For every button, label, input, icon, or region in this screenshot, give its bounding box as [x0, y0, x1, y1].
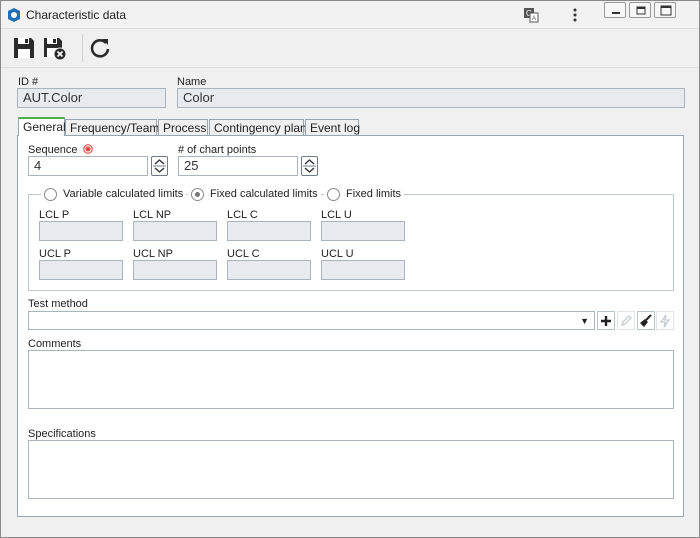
translate-icon[interactable]: G A [523, 7, 539, 23]
pencil-icon [620, 315, 632, 326]
tab-contingency-plan[interactable]: Contingency plan [209, 119, 307, 136]
lcl-np-label: LCL NP [133, 209, 172, 221]
stepper-arrows-icon [153, 159, 166, 173]
chart-points-input[interactable]: 25 [178, 156, 298, 176]
tab-frequency-team[interactable]: Frequency/Team [65, 119, 160, 136]
chart-points-stepper[interactable] [301, 156, 318, 176]
ucl-np-field[interactable] [133, 260, 217, 280]
lcl-p-field[interactable] [39, 221, 123, 241]
sequence-label-text: Sequence [28, 144, 78, 156]
edit-test-method-button[interactable] [617, 311, 635, 330]
tab-label: Frequency/Team [70, 121, 160, 135]
toolbar [1, 30, 699, 68]
lightning-icon [659, 314, 671, 327]
tab-general[interactable]: General [18, 117, 66, 136]
ucl-u-label: UCL U [321, 248, 354, 260]
save-and-close-button[interactable] [41, 35, 67, 61]
save-close-icon [44, 38, 67, 61]
restore-button[interactable] [629, 2, 651, 18]
tab-process[interactable]: Process [158, 119, 208, 136]
id-label: ID # [18, 76, 39, 88]
maximize-button[interactable] [654, 2, 676, 18]
test-method-label: Test method [28, 298, 88, 310]
title-bar: Characteristic data G A [1, 1, 699, 29]
specifications-textarea[interactable] [28, 440, 674, 499]
tab-label: Contingency plan [214, 121, 307, 135]
lightning-action-button[interactable] [656, 311, 674, 330]
sequence-input[interactable]: 4 [28, 156, 148, 176]
tab-event-log[interactable]: Event log [305, 119, 361, 136]
comments-label: Comments [28, 338, 82, 350]
ucl-p-label: UCL P [39, 248, 71, 260]
radio-button-checked [191, 187, 204, 201]
dropdown-arrow-icon: ▼ [580, 316, 589, 326]
required-icon [82, 144, 93, 154]
id-field[interactable]: AUT.Color [17, 88, 166, 108]
tab-label: Process [163, 121, 207, 135]
lcl-np-field[interactable] [133, 221, 217, 241]
clear-test-method-button[interactable] [637, 311, 655, 330]
ucl-c-label: UCL C [227, 248, 260, 260]
chart-points-label: # of chart points [178, 144, 257, 156]
lcl-c-label: LCL C [227, 209, 258, 221]
fixed-calculated-limits-radio[interactable]: Fixed calculated limits [188, 186, 321, 202]
radio-label: Variable calculated limits [63, 188, 184, 200]
tab-label: Event log [310, 121, 361, 135]
lcl-p-label: LCL P [39, 209, 70, 221]
ucl-c-field[interactable] [227, 260, 311, 280]
window-title: Characteristic data [26, 8, 127, 22]
save-icon [14, 38, 34, 58]
lcl-u-label: LCL U [321, 209, 352, 221]
add-test-method-button[interactable] [597, 311, 615, 330]
fixed-limits-radio[interactable]: Fixed limits [324, 186, 405, 202]
name-label: Name [177, 76, 207, 88]
restore-icon [636, 6, 646, 15]
ucl-p-field[interactable] [39, 260, 123, 280]
ucl-u-field[interactable] [321, 260, 405, 280]
minimize-icon [612, 12, 620, 14]
radio-label: Fixed limits [346, 188, 402, 200]
plus-icon [601, 315, 611, 326]
app-logo-icon [8, 8, 20, 22]
radio-label: Fixed calculated limits [210, 188, 318, 200]
lcl-u-field[interactable] [321, 221, 405, 241]
more-options-icon[interactable] [569, 7, 581, 23]
radio-button [327, 187, 340, 201]
lcl-c-field[interactable] [227, 221, 311, 241]
stepper-arrows-icon [303, 159, 316, 173]
characteristic-data-window: Characteristic data G A ID # AUT.Color N… [0, 0, 700, 538]
svg-text:A: A [532, 16, 536, 22]
sequence-stepper[interactable] [151, 156, 168, 176]
refresh-icon [90, 39, 110, 58]
minimize-button[interactable] [604, 2, 626, 18]
test-method-select[interactable]: ▼ [28, 311, 595, 330]
name-field[interactable]: Color [177, 88, 685, 108]
ucl-np-label: UCL NP [133, 248, 173, 260]
radio-button [44, 187, 57, 201]
save-button[interactable] [11, 35, 37, 61]
tab-label: General [23, 120, 66, 134]
toolbar-separator [82, 34, 83, 62]
specifications-label: Specifications [28, 428, 96, 440]
sequence-label: Sequence [28, 144, 93, 156]
broom-icon [640, 313, 652, 327]
maximize-icon [660, 5, 672, 16]
variable-limits-radio[interactable]: Variable calculated limits [41, 186, 187, 202]
comments-textarea[interactable] [28, 350, 674, 409]
refresh-button[interactable] [87, 35, 113, 61]
